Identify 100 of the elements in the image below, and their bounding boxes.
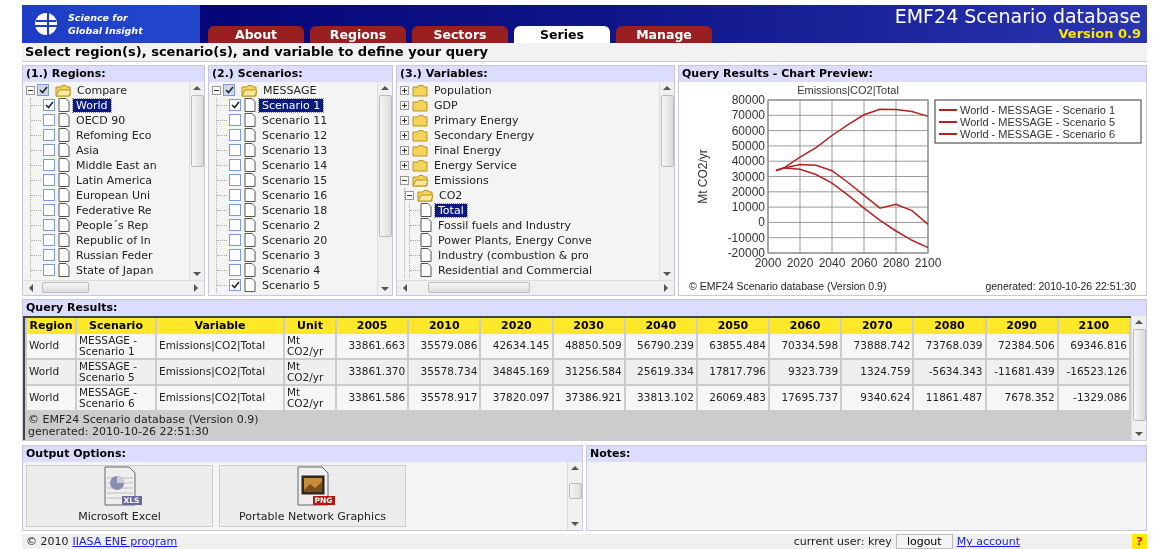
checkbox[interactable] [229, 99, 241, 112]
column-header[interactable]: 2030 [553, 317, 624, 334]
checkbox[interactable] [229, 219, 241, 232]
scroll-up-icon[interactable] [1135, 318, 1143, 325]
collapse-icon[interactable] [405, 190, 414, 200]
tree-item[interactable]: Final Energy [431, 143, 505, 157]
tree-item[interactable]: Republic of In [73, 233, 154, 247]
tree-item[interactable]: Scenario 12 [259, 128, 331, 142]
checkbox[interactable] [43, 189, 55, 202]
logout-button[interactable]: logout [895, 533, 953, 549]
column-header[interactable]: 2060 [770, 317, 841, 334]
checkbox[interactable] [229, 234, 241, 247]
column-header[interactable]: 2070 [842, 317, 913, 334]
scroll-down-icon[interactable] [381, 285, 389, 292]
account-link[interactable]: My account [956, 534, 1020, 548]
column-header[interactable]: 2010 [409, 317, 480, 334]
checkbox[interactable] [229, 264, 241, 277]
scroll-right-icon[interactable] [663, 283, 669, 292]
nav-tab[interactable]: Sectors [412, 25, 508, 43]
collapse-icon[interactable] [26, 85, 35, 95]
tree-item[interactable]: MESSAGE [260, 83, 320, 97]
checkbox[interactable] [43, 129, 55, 142]
tree-item[interactable]: Residential and Commercial [435, 263, 596, 277]
nav-tab[interactable]: Manage [616, 25, 712, 43]
collapse-icon[interactable] [400, 175, 409, 185]
checkbox[interactable] [229, 279, 241, 292]
scroll-thumb[interactable] [42, 282, 89, 294]
tree-item[interactable]: Scenario 4 [259, 263, 324, 277]
scroll-up-icon[interactable] [193, 84, 201, 91]
tree-item[interactable]: Scenario 15 [259, 173, 331, 187]
scroll-down-icon[interactable] [1135, 430, 1143, 437]
program-link[interactable]: IIASA ENE program [72, 534, 178, 548]
checkbox[interactable] [43, 99, 55, 112]
tree-item[interactable]: Scenario 5 [259, 278, 324, 292]
expand-icon[interactable] [400, 160, 409, 170]
scroll-thumb[interactable] [378, 94, 392, 237]
scrollbar[interactable] [23, 279, 204, 295]
tree-item[interactable]: Scenario 2 [259, 218, 324, 232]
nav-tab[interactable]: Regions [310, 25, 406, 43]
column-header[interactable]: 2090 [986, 317, 1057, 334]
column-header[interactable]: 2100 [1058, 317, 1129, 334]
tree-item[interactable]: Scenario 3 [259, 248, 324, 262]
scroll-thumb[interactable] [1132, 328, 1146, 421]
checkbox[interactable] [229, 204, 241, 217]
tree-item[interactable]: Compare [74, 83, 130, 97]
checkbox[interactable] [229, 144, 241, 157]
tree-item[interactable]: Scenario 11 [259, 113, 331, 127]
checkbox[interactable] [43, 144, 55, 157]
checkbox[interactable] [229, 189, 241, 202]
tree-item[interactable]: World [73, 98, 111, 112]
scroll-thumb[interactable] [428, 282, 530, 294]
column-header[interactable]: 2080 [914, 317, 985, 334]
scrollbar[interactable] [189, 81, 204, 280]
tree-item[interactable]: People´s Rep [73, 218, 152, 232]
tree-item[interactable]: Middle East an [73, 158, 160, 172]
checkbox[interactable] [43, 234, 55, 247]
tree-item[interactable]: Russian Feder [73, 248, 156, 262]
expand-icon[interactable] [400, 145, 409, 155]
checkbox[interactable] [43, 159, 55, 172]
scrollbar[interactable] [659, 81, 674, 280]
collapse-icon[interactable] [212, 85, 221, 95]
tree-item[interactable]: Emissions [431, 173, 492, 187]
scroll-left-icon[interactable] [28, 283, 34, 292]
scroll-thumb[interactable] [660, 94, 674, 167]
scrollbar[interactable] [397, 279, 674, 295]
tree-item[interactable]: Scenario 1 [259, 98, 324, 112]
scrollbar[interactable] [1131, 315, 1146, 440]
checkbox[interactable] [223, 84, 235, 97]
nav-tab[interactable]: About [208, 25, 304, 43]
scroll-thumb[interactable] [190, 94, 204, 167]
tree-item[interactable]: Fossil fuels and Industry [435, 218, 575, 232]
scroll-down-icon[interactable] [571, 520, 579, 527]
tree-item[interactable]: European Uni [73, 188, 153, 202]
checkbox[interactable] [43, 264, 55, 277]
checkbox[interactable] [229, 249, 241, 262]
checkbox[interactable] [37, 84, 49, 97]
column-header[interactable]: 2005 [337, 317, 408, 334]
tree-item[interactable]: Scenario 16 [259, 188, 331, 202]
expand-icon[interactable] [400, 130, 409, 140]
checkbox[interactable] [43, 174, 55, 187]
checkbox[interactable] [229, 114, 241, 127]
expand-icon[interactable] [400, 85, 409, 95]
tree-item[interactable]: Scenario 18 [259, 203, 331, 217]
tree-item[interactable]: Primary Energy [431, 113, 522, 127]
tree-item[interactable]: Scenario 13 [259, 143, 331, 157]
scroll-thumb[interactable] [568, 482, 582, 499]
tree-item[interactable]: Scenario 20 [259, 233, 331, 247]
checkbox[interactable] [229, 159, 241, 172]
tree-item[interactable]: Total [435, 203, 467, 217]
tree-item[interactable]: GDP [431, 98, 461, 112]
nav-tab[interactable]: Series [514, 25, 610, 43]
checkbox[interactable] [43, 219, 55, 232]
tree-item[interactable]: Industry (combustion & pro [435, 248, 592, 262]
tree-item[interactable]: Population [431, 83, 495, 97]
scroll-up-icon[interactable] [381, 84, 389, 91]
checkbox[interactable] [43, 114, 55, 127]
scrollbar[interactable] [377, 81, 392, 295]
checkbox[interactable] [43, 204, 55, 217]
tree-item[interactable]: Energy Service [431, 158, 520, 172]
scroll-down-icon[interactable] [193, 270, 201, 277]
